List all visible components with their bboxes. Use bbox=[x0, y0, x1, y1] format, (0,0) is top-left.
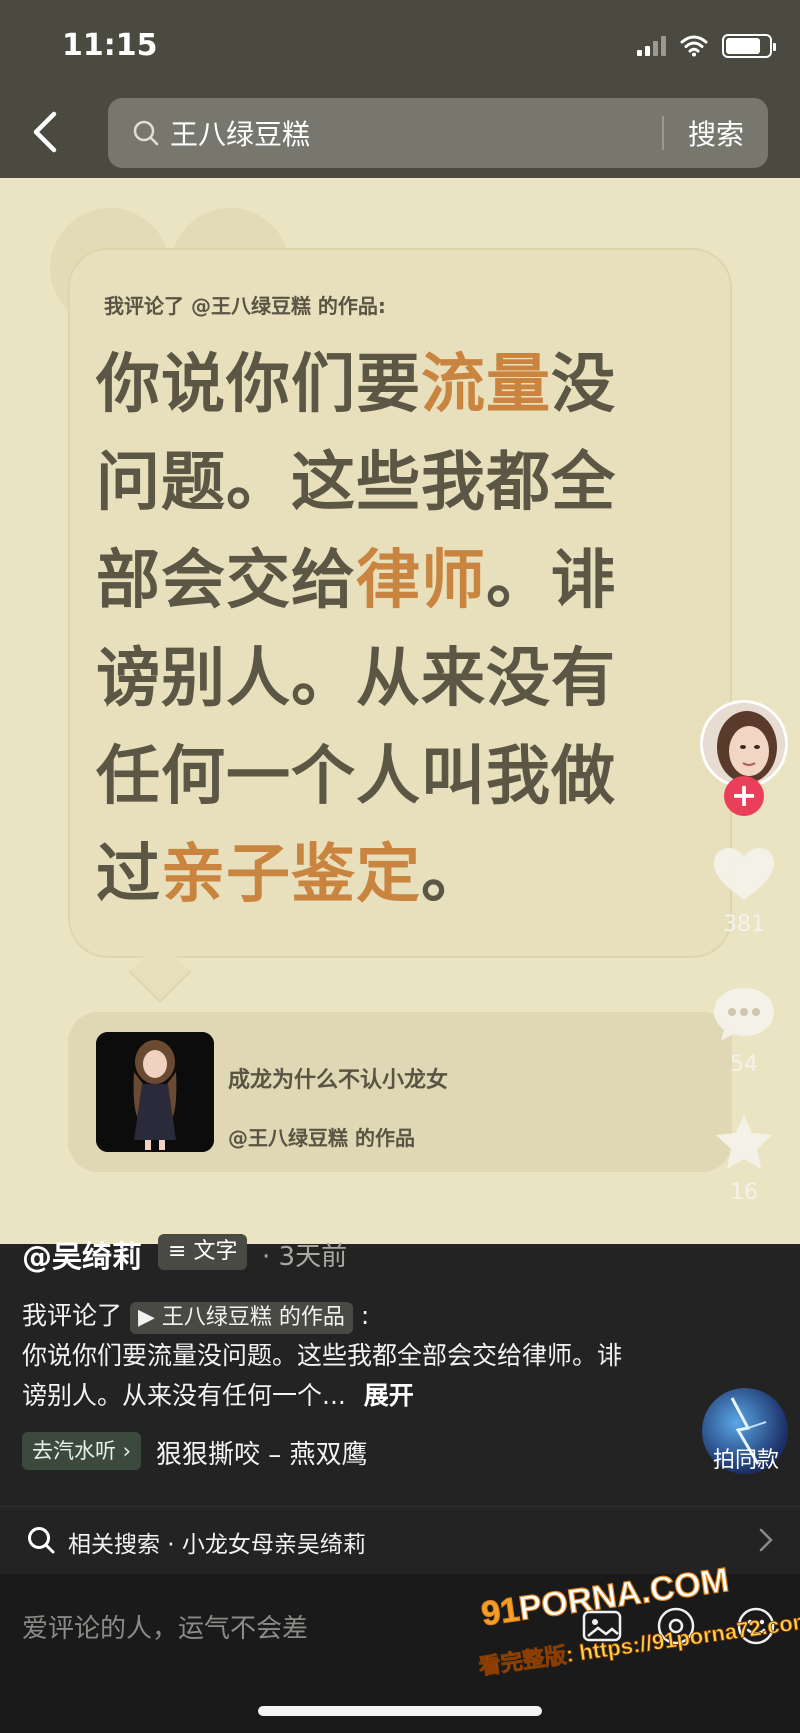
quote-text: 你说你们要流量没问题。这些我都全部会交给律师。诽谤别人。从来没有任何一个人叫我做… bbox=[96, 336, 676, 924]
author-avatar[interactable] bbox=[700, 700, 788, 788]
search-input[interactable]: 王八绿豆糕 搜索 bbox=[108, 98, 768, 168]
same-style-label: 拍同款 bbox=[712, 1448, 779, 1473]
chevron-right-icon bbox=[759, 1528, 773, 1552]
post-image[interactable]: 我评论了 @王八绿豆糕 的作品: 你说你们要流量没问题。这些我都全部会交给律师。… bbox=[0, 178, 800, 1244]
search-query: 王八绿豆糕 bbox=[170, 118, 311, 151]
back-arrow-icon[interactable] bbox=[26, 110, 66, 154]
quote-highlight: 流量 bbox=[421, 348, 551, 422]
post-description: 我评论了 ▶ 王八绿豆糕 的作品 : 你说你们要流量没问题。这些我都全部会交给律… bbox=[22, 1296, 622, 1416]
search-icon bbox=[28, 1527, 55, 1554]
quote-highlight: 亲子鉴定 bbox=[161, 838, 421, 912]
follow-button[interactable]: + bbox=[724, 776, 764, 816]
battery-icon bbox=[722, 34, 776, 58]
heart-icon bbox=[714, 848, 774, 900]
post-type-label: 文字 bbox=[193, 1239, 238, 1264]
referenced-work-title: 成龙为什么不认小龙女 bbox=[228, 1068, 449, 1093]
related-search-text: 相关搜索 · 小龙女母亲吴绮莉 bbox=[68, 1532, 366, 1558]
wifi-icon bbox=[680, 35, 708, 57]
expand-button[interactable]: 展开 bbox=[364, 1381, 414, 1410]
search-icon bbox=[133, 120, 159, 146]
svg-text:91PORNA.COM: 91PORNA.COM bbox=[479, 1561, 731, 1633]
quote-highlight: 律师 bbox=[356, 544, 486, 618]
referenced-work-author: @王八绿豆糕 的作品 bbox=[228, 1126, 415, 1150]
like-count: 381 bbox=[723, 912, 765, 937]
post-time: · 3天前 bbox=[262, 1242, 348, 1272]
quote-part: 。 bbox=[421, 838, 486, 912]
music-app-chip[interactable]: 去汽水听 › bbox=[22, 1432, 142, 1470]
comment-button[interactable]: 54 bbox=[708, 984, 780, 1077]
status-time: 11:15 bbox=[62, 28, 158, 63]
author-name[interactable]: @吴绮莉 bbox=[22, 1232, 142, 1276]
post-type-tag: ≡ 文字 bbox=[158, 1234, 248, 1270]
comment-input[interactable]: 爱评论的人，运气不会差 bbox=[22, 1608, 308, 1645]
top-header: 11:15 王八绿豆糕 搜索 bbox=[0, 0, 800, 178]
quote-part: 你说你们要 bbox=[96, 348, 421, 422]
desc-suffix: : bbox=[360, 1301, 370, 1330]
home-indicator[interactable] bbox=[258, 1706, 542, 1716]
text-lines-icon: ≡ bbox=[168, 1239, 187, 1264]
comment-count: 54 bbox=[730, 1052, 758, 1077]
music-title[interactable]: 狠狠撕咬 – 燕双鹰 bbox=[156, 1434, 368, 1471]
comment-label: 我评论了 @王八绿豆糕 的作品: bbox=[104, 294, 386, 318]
star-icon bbox=[716, 1115, 772, 1169]
favorite-button[interactable]: 16 bbox=[708, 1112, 780, 1205]
favorite-count: 16 bbox=[730, 1180, 758, 1205]
signal-icon bbox=[637, 36, 666, 56]
search-button[interactable]: 搜索 bbox=[664, 113, 768, 153]
status-icons bbox=[637, 34, 776, 58]
comment-bubble-icon bbox=[714, 988, 774, 1041]
desc-prefix: 我评论了 bbox=[22, 1301, 123, 1330]
watermark: 91PORNA.COM 看完整版: https://91porna72.com bbox=[477, 1560, 800, 1679]
referenced-work-thumbnail bbox=[96, 1032, 214, 1152]
like-button[interactable]: 381 bbox=[708, 846, 780, 937]
referenced-work-chip[interactable]: ▶ 王八绿豆糕 的作品 bbox=[129, 1302, 353, 1334]
desc-body: 你说你们要流量没问题。这些我都全部会交给律师。诽谤别人。从来没有任何一个... bbox=[22, 1341, 623, 1410]
